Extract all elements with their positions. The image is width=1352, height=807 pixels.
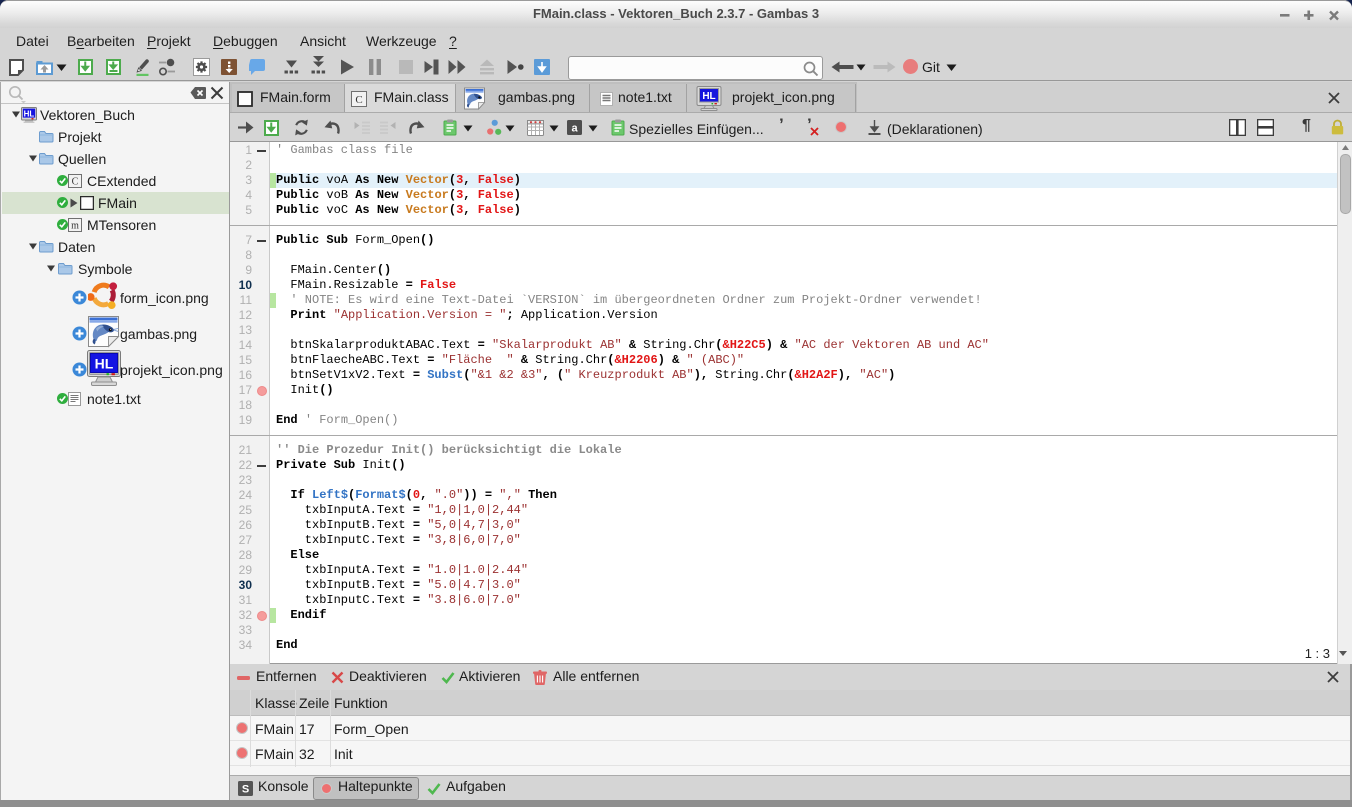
svg-text:HL: HL xyxy=(702,91,715,102)
svg-text:a: a xyxy=(571,123,578,135)
svg-text:HL: HL xyxy=(95,356,114,372)
svg-text:HL: HL xyxy=(24,110,35,119)
svg-text:m: m xyxy=(71,221,79,232)
svg-text:S: S xyxy=(242,784,249,796)
svg-text:C: C xyxy=(72,177,79,188)
svg-text:C: C xyxy=(355,94,362,106)
